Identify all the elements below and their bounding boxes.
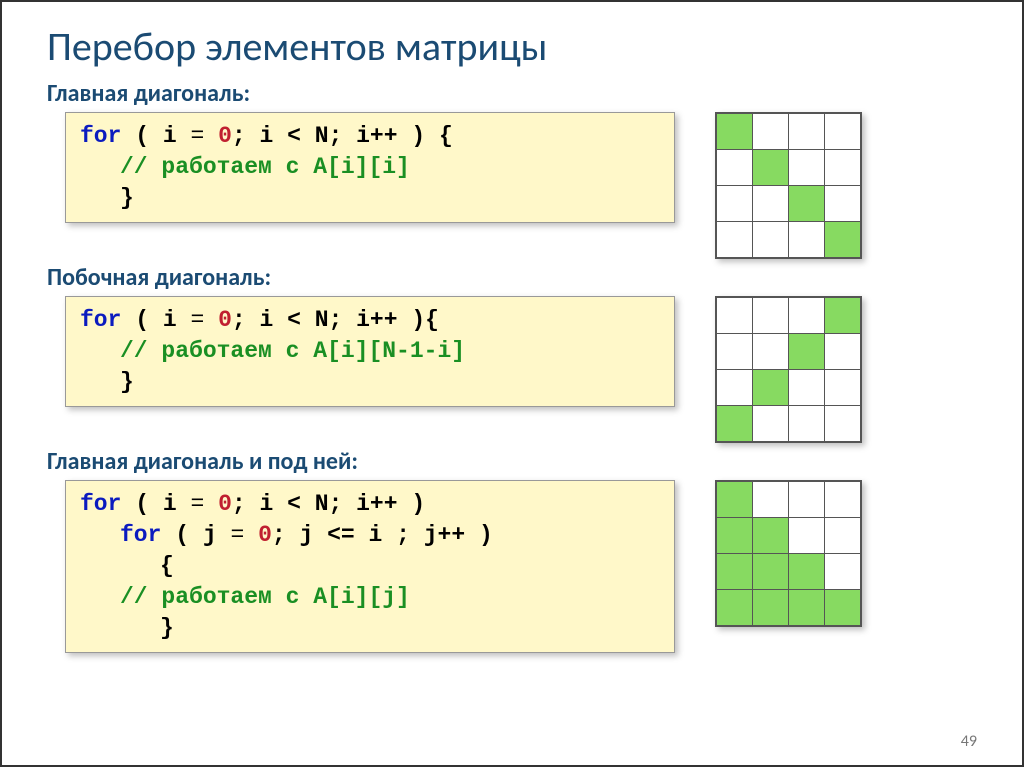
section-label: Главная диагональ: bbox=[47, 79, 977, 108]
code-line: // работаем с A[i][N-1-i] bbox=[80, 336, 660, 367]
code-block: for ( i = 0; i < N; i++ ) {// работаем с… bbox=[65, 112, 675, 223]
matrix-cell bbox=[825, 186, 862, 222]
matrix-cell bbox=[789, 406, 825, 443]
code-line: for ( i = 0; i < N; i++ ) { bbox=[80, 121, 660, 152]
matrix-wrap bbox=[715, 296, 862, 443]
code-line: for ( j = 0; j <= i ; j++ ) bbox=[80, 520, 660, 551]
code-line: for ( i = 0; i < N; i++ ){ bbox=[80, 305, 660, 336]
section-row: for ( i = 0; i < N; i++ ) {// работаем с… bbox=[47, 112, 977, 259]
matrix-cell bbox=[753, 481, 789, 518]
matrix-cell bbox=[789, 222, 825, 259]
code-line: { bbox=[80, 551, 660, 582]
matrix-cell bbox=[716, 334, 753, 370]
matrix-cell bbox=[789, 590, 825, 627]
sections-container: Главная диагональ: for ( i = 0; i < N; i+… bbox=[47, 79, 977, 653]
matrix-cell bbox=[825, 406, 862, 443]
matrix-cell bbox=[753, 518, 789, 554]
matrix-cell bbox=[825, 554, 862, 590]
code-line: } bbox=[80, 613, 660, 644]
matrix-cell bbox=[789, 481, 825, 518]
matrix-cell bbox=[789, 334, 825, 370]
matrix-cell bbox=[789, 150, 825, 186]
matrix-wrap bbox=[715, 112, 862, 259]
matrix-cell bbox=[825, 518, 862, 554]
matrix-cell bbox=[753, 590, 789, 627]
matrix-cell bbox=[716, 554, 753, 590]
page-title: Перебор элементов матрицы bbox=[47, 22, 977, 71]
matrix-cell bbox=[716, 186, 753, 222]
matrix-cell bbox=[716, 113, 753, 150]
matrix-cell bbox=[753, 186, 789, 222]
matrix-cell bbox=[789, 518, 825, 554]
code-line: // работаем с A[i][j] bbox=[80, 582, 660, 613]
section-row: for ( i = 0; i < N; i++ ){// работаем с … bbox=[47, 296, 977, 443]
matrix-cell bbox=[789, 186, 825, 222]
matrix-cell bbox=[825, 222, 862, 259]
matrix-cell bbox=[753, 113, 789, 150]
matrix-cell bbox=[716, 481, 753, 518]
matrix-cell bbox=[753, 370, 789, 406]
code-line: for ( i = 0; i < N; i++ ) bbox=[80, 489, 660, 520]
matrix-wrap bbox=[715, 480, 862, 627]
code-line: } bbox=[80, 367, 660, 398]
matrix-cell bbox=[716, 222, 753, 259]
matrix-cell bbox=[825, 297, 862, 334]
code-block: for ( i = 0; i < N; i++ )for ( j = 0; j … bbox=[65, 480, 675, 653]
slide: Перебор элементов матрицы Главная диагон… bbox=[0, 0, 1024, 767]
matrix-cell bbox=[753, 150, 789, 186]
matrix-cell bbox=[789, 554, 825, 590]
matrix-cell bbox=[753, 297, 789, 334]
matrix-cell bbox=[753, 554, 789, 590]
section-label: Побочная диагональ: bbox=[47, 263, 977, 292]
matrix-cell bbox=[716, 590, 753, 627]
matrix-grid bbox=[715, 480, 862, 627]
matrix-grid bbox=[715, 112, 862, 259]
section-label: Главная диагональ и под ней: bbox=[47, 447, 977, 476]
matrix-cell bbox=[716, 518, 753, 554]
matrix-cell bbox=[825, 334, 862, 370]
matrix-cell bbox=[716, 297, 753, 334]
matrix-cell bbox=[825, 150, 862, 186]
matrix-cell bbox=[753, 334, 789, 370]
matrix-cell bbox=[716, 406, 753, 443]
matrix-cell bbox=[825, 590, 862, 627]
matrix-cell bbox=[753, 222, 789, 259]
code-block: for ( i = 0; i < N; i++ ){// работаем с … bbox=[65, 296, 675, 407]
matrix-cell bbox=[716, 150, 753, 186]
matrix-cell bbox=[789, 113, 825, 150]
matrix-cell bbox=[753, 406, 789, 443]
matrix-cell bbox=[825, 481, 862, 518]
section-row: for ( i = 0; i < N; i++ )for ( j = 0; j … bbox=[47, 480, 977, 653]
matrix-grid bbox=[715, 296, 862, 443]
matrix-cell bbox=[825, 113, 862, 150]
code-line: // работаем с A[i][i] bbox=[80, 152, 660, 183]
matrix-cell bbox=[825, 370, 862, 406]
matrix-cell bbox=[716, 370, 753, 406]
code-line: } bbox=[80, 183, 660, 214]
page-number: 49 bbox=[961, 732, 977, 751]
matrix-cell bbox=[789, 370, 825, 406]
matrix-cell bbox=[789, 297, 825, 334]
